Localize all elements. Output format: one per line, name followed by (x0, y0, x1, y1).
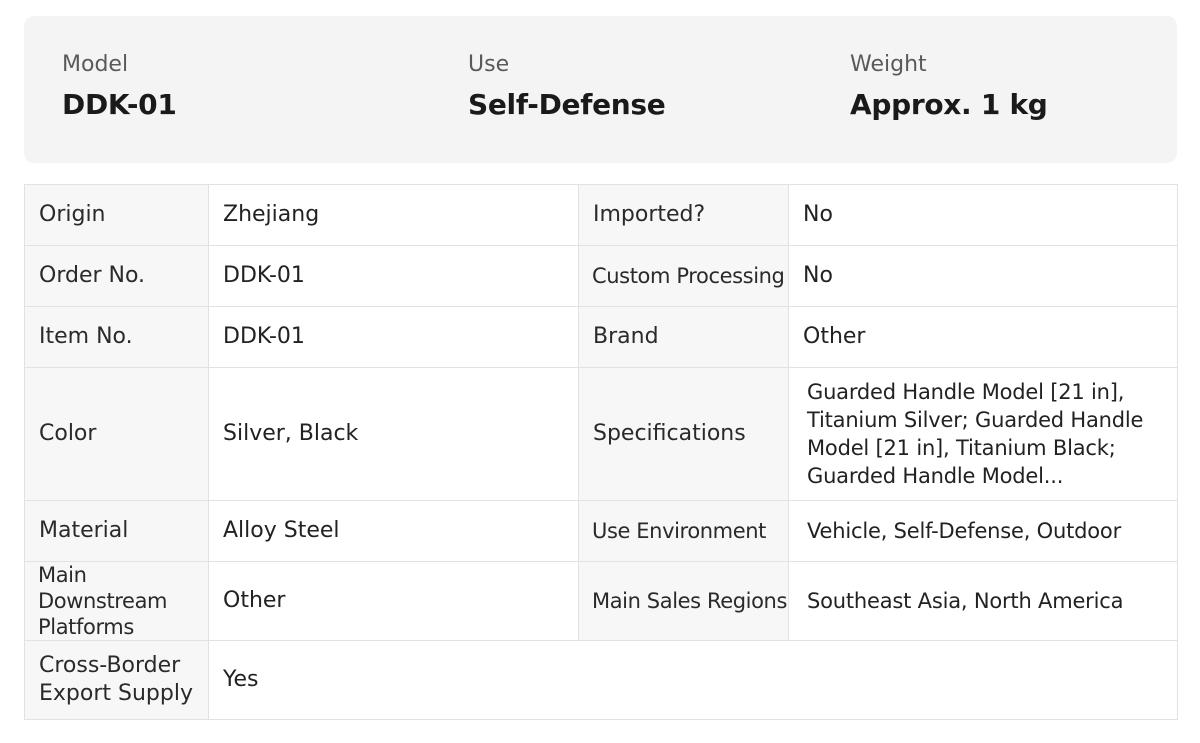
attr-value-cross-border: Yes (208, 640, 579, 720)
attr-label-order-no: Order No. (24, 245, 209, 307)
summary-weight-value: Approx. 1 kg (850, 88, 1048, 121)
attr-value-downstream-platforms: Other (208, 561, 579, 641)
summary-use-value: Self-Defense (468, 88, 666, 121)
attr-value-color: Silver, Black (208, 367, 579, 501)
attr-label-specifications: Specifications (578, 367, 789, 501)
table-row: Item No. DDK-01 Brand Other (24, 306, 1178, 368)
table-row: Color Silver, Black Specifications Guard… (24, 367, 1178, 501)
attr-label-cross-border: Cross-Border Export Supply (24, 640, 209, 720)
empty-cell (578, 640, 1178, 720)
attr-label-sales-regions: Main Sales Regions (578, 561, 789, 641)
attr-value-sales-regions: Southeast Asia, North America (788, 561, 1178, 641)
attr-value-specifications: Guarded Handle Model [21 in], Titanium S… (788, 367, 1178, 501)
attr-label-origin: Origin (24, 184, 209, 246)
attr-label-use-environment: Use Environment (578, 500, 789, 562)
attr-label-brand: Brand (578, 306, 789, 368)
summary-model-label: Model (62, 52, 129, 77)
attr-label-imported: Imported? (578, 184, 789, 246)
table-row: Material Alloy Steel Use Environment Veh… (24, 500, 1178, 562)
attr-value-order-no: DDK-01 (208, 245, 579, 307)
table-row: Cross-Border Export Supply Yes (24, 640, 1178, 720)
attr-value-custom-processing: No (788, 245, 1178, 307)
attr-value-use-environment: Vehicle, Self-Defense, Outdoor (788, 500, 1178, 562)
table-row: Main Downstream Platforms Other Main Sal… (24, 561, 1178, 641)
product-attributes-table: Origin Zhejiang Imported? No Order No. D… (24, 184, 1178, 720)
product-summary-card: Model DDK-01 Use Self-Defense Weight App… (24, 16, 1177, 163)
attr-value-imported: No (788, 184, 1178, 246)
attr-value-brand: Other (788, 306, 1178, 368)
attr-label-material: Material (24, 500, 209, 562)
summary-use-label: Use (468, 52, 510, 77)
attr-value-material: Alloy Steel (208, 500, 579, 562)
attr-value-item-no: DDK-01 (208, 306, 579, 368)
attr-label-item-no: Item No. (24, 306, 209, 368)
attr-label-custom-processing: Custom Processing (578, 245, 789, 307)
summary-model-value: DDK-01 (62, 88, 177, 121)
attr-label-color: Color (24, 367, 209, 501)
table-row: Order No. DDK-01 Custom Processing No (24, 245, 1178, 307)
table-row: Origin Zhejiang Imported? No (24, 184, 1178, 246)
summary-weight-label: Weight (850, 52, 927, 77)
attr-value-origin: Zhejiang (208, 184, 579, 246)
attr-label-downstream-platforms: Main Downstream Platforms (24, 561, 209, 641)
